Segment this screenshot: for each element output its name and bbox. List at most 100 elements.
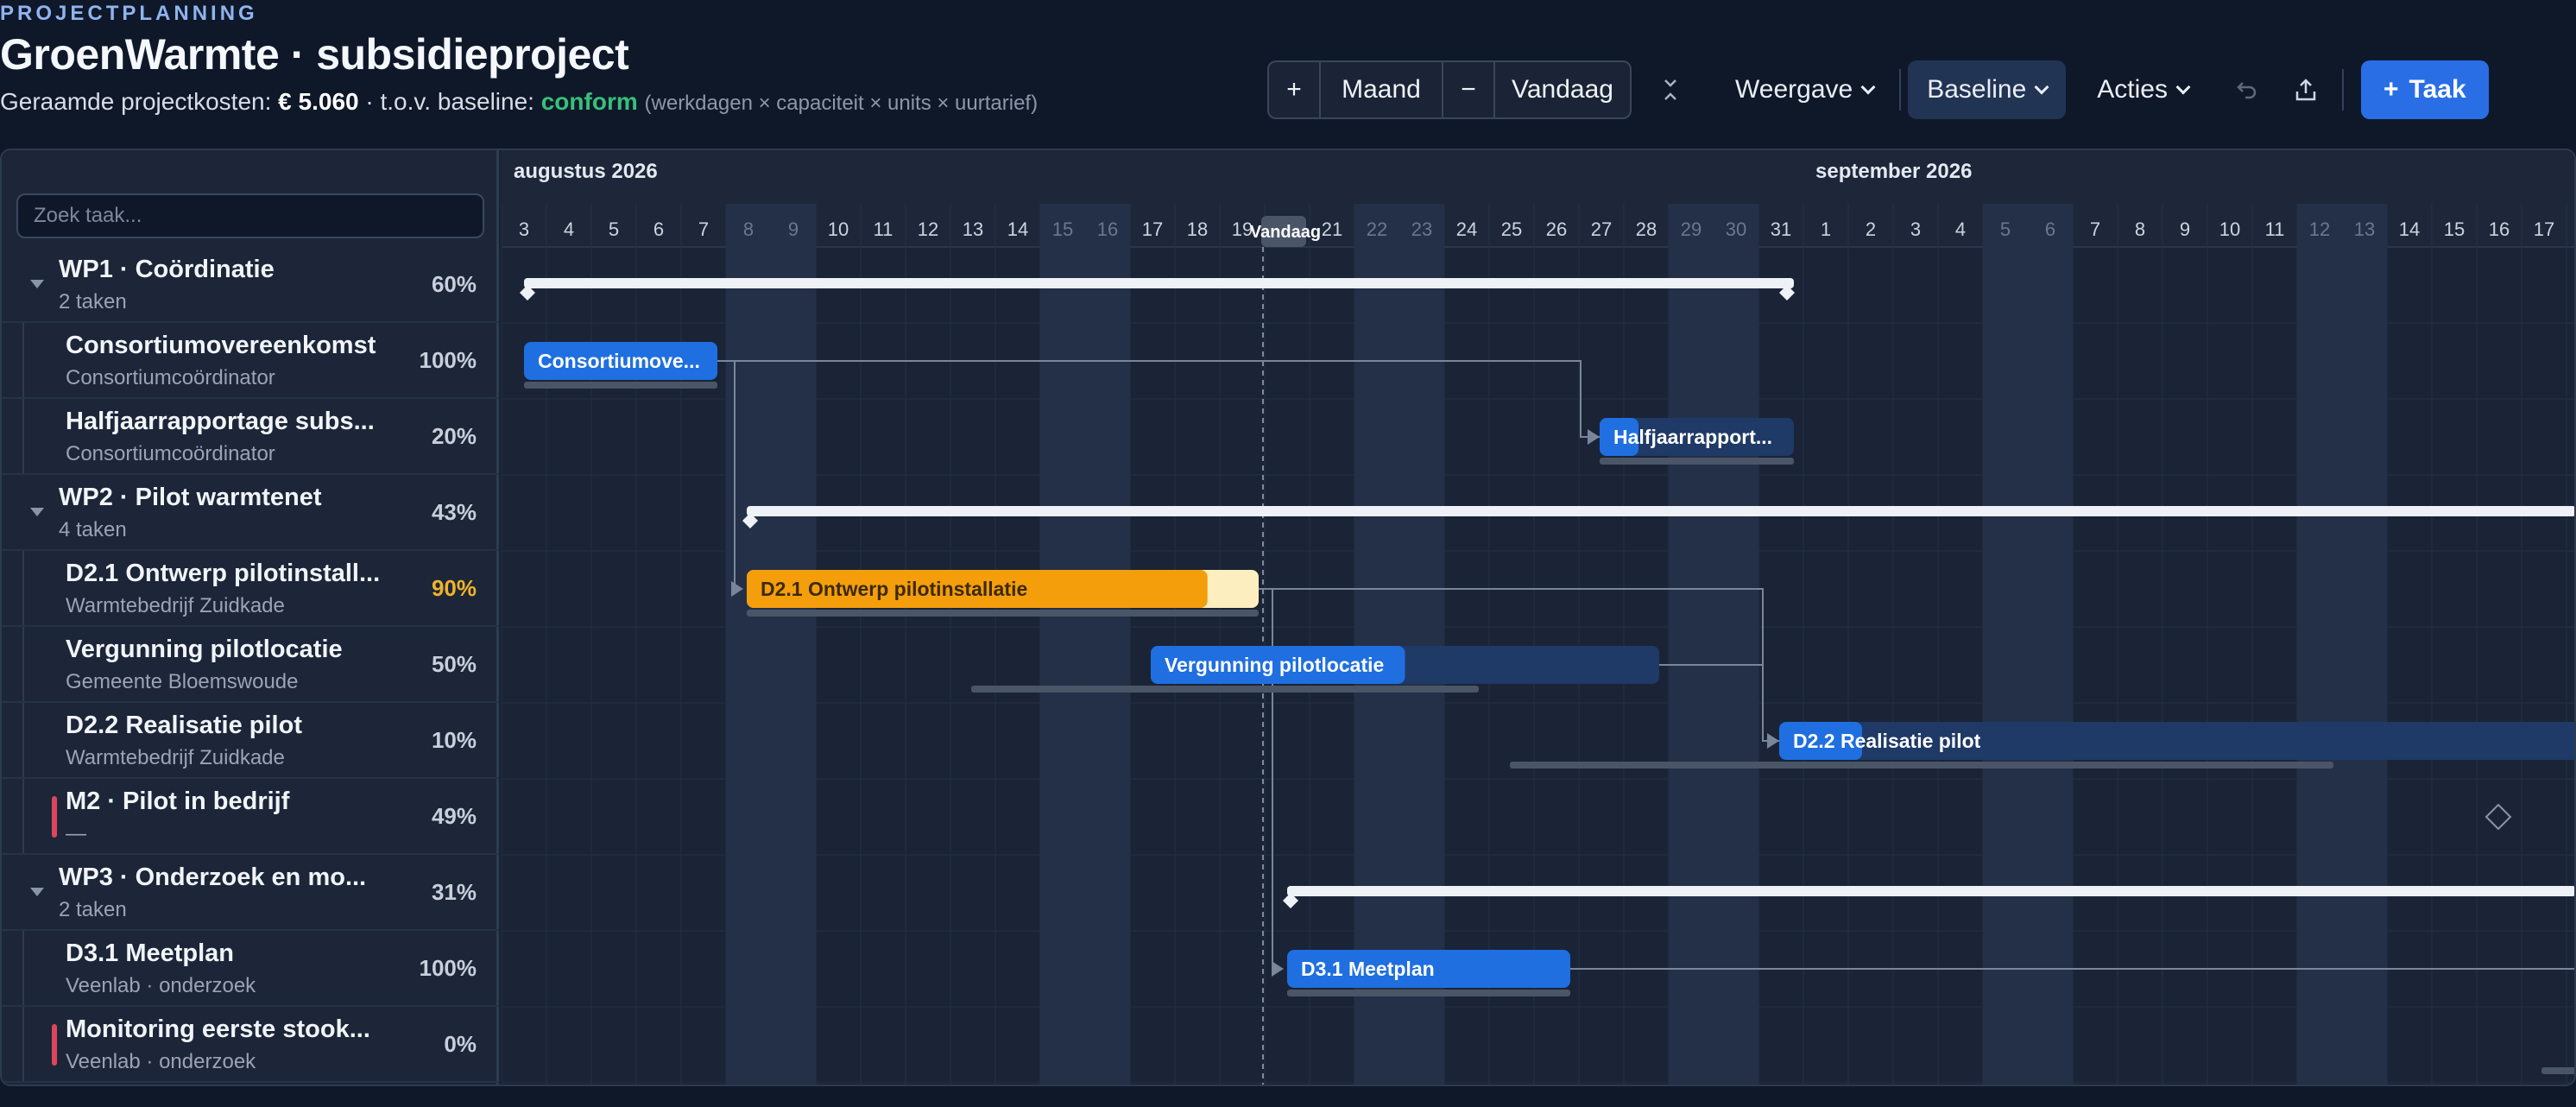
actions-menu-button[interactable]: Acties — [2078, 60, 2207, 119]
day-label: 16 — [1097, 218, 1118, 240]
collapse-caret-icon[interactable] — [30, 508, 44, 516]
day-label: 13 — [963, 218, 983, 240]
undo-button[interactable] — [2218, 60, 2276, 119]
dependency-arrow — [1272, 961, 1284, 977]
day-label: 22 — [1367, 218, 1387, 240]
month-label: september 2026 — [1815, 160, 1972, 183]
day-label: 31 — [1771, 218, 1791, 240]
task-owner: Veenlab · onderzoek — [66, 974, 256, 997]
chevron-down-icon — [2175, 79, 2191, 95]
task-owner: Consortiumcoördinator — [66, 366, 275, 389]
today-button[interactable]: Vandaag — [1495, 62, 1630, 117]
task-row[interactable]: Consortiumovereenkomst Consortiumcoördina… — [2, 323, 499, 399]
dependency-arrow — [1588, 429, 1600, 445]
collapse-caret-icon[interactable] — [30, 888, 44, 896]
indent-guide — [22, 627, 24, 701]
task-owner: — — [66, 822, 86, 845]
group-row[interactable]: WP3 · Onderzoek en mo... 2 taken 31% — [2, 855, 499, 931]
day-label: 8 — [743, 218, 754, 240]
gantt-canvas: augustus 2026 september 20263 4 5 6 7 8 9 10 11 12… — [502, 150, 2574, 1085]
group-row[interactable]: WP1 · Coördinatie 2 taken 60% — [2, 247, 499, 323]
weekend-column — [771, 204, 816, 1085]
day-label: 18 — [1187, 218, 1208, 240]
task-bar-label[interactable]: Vergunning pilotlocatie — [1165, 654, 1384, 676]
group-row[interactable]: WP2 · Pilot warmtenet 4 taken 43% — [2, 475, 499, 551]
add-task-label: Taak — [2409, 75, 2466, 104]
search-input[interactable]: Zoek taak... — [16, 193, 484, 238]
day-label: 13 — [2354, 218, 2375, 240]
milestone-row[interactable]: M2 · Pilot in bedrijf — 49% — [2, 779, 499, 855]
weekend-column — [726, 204, 771, 1085]
task-name: WP2 · Pilot warmtenet — [59, 484, 322, 511]
task-owner: 4 taken — [59, 518, 127, 541]
task-progress: 49% — [431, 803, 477, 829]
baseline-bar — [1287, 990, 1570, 996]
task-row[interactable]: D2.2 Realisatie pilot Warmtebedrijf Zuidk… — [2, 703, 499, 779]
baseline-bar — [747, 610, 1259, 617]
task-row[interactable]: D2.1 Ontwerp pilotinstall... Warmtebedrij… — [2, 551, 499, 627]
day-label: 10 — [2219, 218, 2240, 240]
day-label: 11 — [2265, 218, 2285, 240]
baseline-menu-button[interactable]: Baseline — [1908, 60, 2067, 119]
task-bar-label[interactable]: Halfjaarrapport... — [1613, 426, 1772, 448]
task-row[interactable]: D3.1 Meetplan Veenlab · onderzoek 100% — [2, 931, 499, 1007]
day-label: 16 — [2489, 218, 2510, 240]
summary-bar — [524, 278, 1794, 288]
task-name: D3.1 Meetplan — [66, 939, 234, 967]
indent-guide — [22, 1007, 24, 1081]
weekend-column — [1669, 204, 1714, 1085]
collapse-caret-icon[interactable] — [30, 280, 44, 288]
task-bar-label[interactable]: D2.1 Ontwerp pilotinstallatie — [761, 578, 1027, 600]
task-bar-label[interactable]: Consortiumove... — [538, 350, 700, 372]
day-label: 4 — [564, 218, 574, 240]
task-row[interactable]: Vergunning pilotlocatie Gemeente Bloemswo… — [2, 627, 499, 703]
baseline-bar — [2541, 1067, 2574, 1074]
indent-guide — [22, 703, 24, 777]
day-label: 21 — [1322, 218, 1342, 240]
day-label: 23 — [1411, 218, 1432, 240]
task-progress: 0% — [444, 1031, 477, 1057]
day-label: 30 — [1726, 218, 1746, 240]
weekend-column — [1040, 204, 1085, 1085]
summary-bar — [747, 506, 2574, 516]
day-label: 17 — [1142, 218, 1163, 240]
collapse-icon — [1664, 79, 1676, 100]
task-row[interactable]: Halfjaarrapportage subs... Consortiumcoör… — [2, 399, 499, 475]
baseline-bar — [524, 382, 717, 389]
cost-label: Geraamde projectkosten: — [0, 88, 272, 115]
day-label: 29 — [1681, 218, 1702, 240]
weekend-column — [1714, 204, 1758, 1085]
task-owner: 2 taken — [59, 898, 127, 921]
task-progress: 20% — [431, 423, 477, 449]
milestone-row[interactable]: Monitoring eerste stook... Veenlab · onde… — [2, 1007, 499, 1083]
task-name: D2.2 Realisatie pilot — [66, 712, 302, 739]
weekend-column — [1983, 204, 2028, 1085]
task-owner: 2 taken — [59, 290, 127, 313]
task-name: M2 · Pilot in bedrijf — [66, 788, 290, 815]
collapse-all-button[interactable] — [1651, 60, 1690, 119]
task-progress: 90% — [431, 575, 477, 601]
task-name: WP3 · Onderzoek en mo... — [59, 863, 367, 891]
task-name: Monitoring eerste stook... — [66, 1015, 370, 1043]
cost-summary: Geraamde projectkosten: € 5.060 · t.o.v.… — [0, 88, 1038, 116]
export-button[interactable] — [2276, 60, 2335, 119]
day-label: 9 — [788, 218, 799, 240]
formula-hint: (werkdagen × capaciteit × units × uurtar… — [644, 92, 1039, 115]
gantt-panel: Zoek taak... WP1 · Coördinatie 2 taken 60%… — [0, 149, 2576, 1086]
day-label: 7 — [698, 218, 709, 240]
view-menu-button[interactable]: Weergave — [1716, 60, 1892, 119]
zoom-out-button[interactable]: − — [1443, 62, 1495, 117]
day-label: 28 — [1636, 218, 1657, 240]
task-bar-label[interactable]: D3.1 Meetplan — [1301, 958, 1435, 980]
day-label: 1 — [1821, 218, 1831, 240]
baseline-bar — [971, 686, 1479, 693]
zoom-in-button[interactable]: + — [1269, 62, 1321, 117]
zoom-level-label[interactable]: Maand — [1321, 62, 1443, 117]
day-label: 14 — [2399, 218, 2420, 240]
add-task-button[interactable]: + Taak — [2360, 60, 2489, 119]
summary-bar — [1287, 886, 2574, 896]
task-bar-label[interactable]: D2.2 Realisatie pilot — [1793, 730, 1981, 752]
day-label: 15 — [1052, 218, 1073, 240]
day-label: 12 — [2309, 218, 2330, 240]
indent-guide — [22, 779, 24, 853]
